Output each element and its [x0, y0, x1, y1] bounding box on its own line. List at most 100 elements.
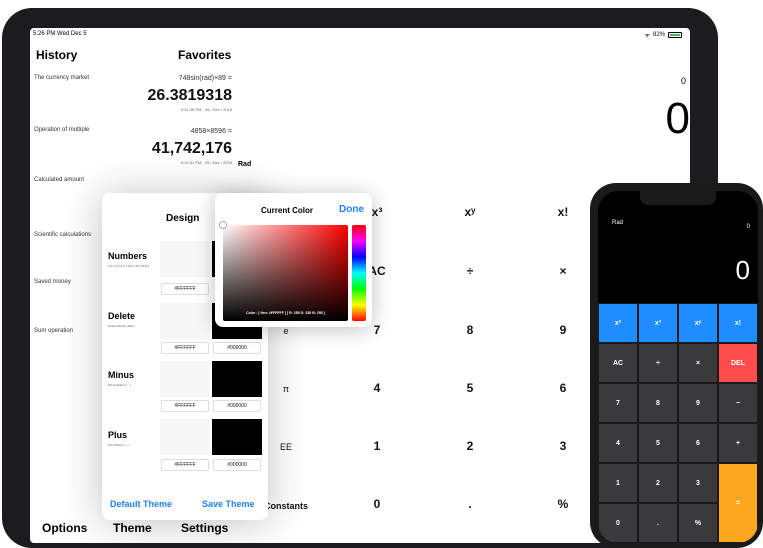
hex-field[interactable]: #FFFFFF — [161, 400, 209, 412]
iphone-key[interactable]: ÷ — [638, 343, 678, 383]
history-timestamp: 5:21:36 PM - 05 / Dec / 2018 — [180, 107, 232, 112]
color-handle[interactable] — [219, 221, 227, 229]
iphone-key[interactable]: 1 — [598, 463, 638, 503]
key-8[interactable]: 8 — [450, 323, 490, 337]
history-timestamp: 5:21:51 PM - 05 / Dec / 2018 — [180, 160, 232, 165]
iphone-key[interactable]: − — [718, 383, 758, 423]
default-theme-button[interactable]: Default Theme — [110, 499, 172, 509]
color-picker-popover: Current Color Done Color : [ Hex: #FFFFF… — [215, 193, 372, 327]
history-category[interactable]: The currency market — [34, 75, 94, 82]
row-label-minus: Minus — [108, 370, 134, 380]
key-4[interactable]: 4 — [357, 381, 397, 395]
color-caption: Color : [ Hex: #FFFFFF ] [ R: 255 G: 255… — [246, 311, 325, 315]
key-e[interactable]: e — [266, 326, 306, 336]
saturation-brightness-area[interactable] — [223, 225, 348, 321]
popover-title: Design — [166, 213, 200, 224]
swatch-text-color[interactable] — [160, 361, 210, 397]
display-main: 0 — [665, 94, 690, 143]
row-label-numbers: Numbers — [108, 251, 148, 261]
key-3[interactable]: 3 — [543, 439, 583, 453]
status-right: ᯤ 82% — [644, 31, 682, 39]
hex-field[interactable]: #000000 — [213, 342, 261, 354]
history-result[interactable]: 26.3819318 — [147, 87, 232, 105]
hex-field[interactable]: #FFFFFF — [161, 342, 209, 354]
row-sub: Minus Button ( - ) — [108, 383, 132, 387]
iphone-screen: Rad 0 0 x² x³ xʸ x! AC ÷ × DEL 7 8 9− 4 5 6 +1 2 3 = 0.% — [598, 191, 758, 543]
iphone-key[interactable]: × — [678, 343, 718, 383]
save-theme-button[interactable]: Save Theme — [202, 499, 255, 509]
key-multiply[interactable]: × — [543, 264, 583, 278]
history-category[interactable]: Sum operation — [34, 328, 94, 335]
iphone-key[interactable]: 8 — [638, 383, 678, 423]
history-category[interactable]: Saved money — [34, 279, 94, 286]
iphone-key[interactable]: = — [718, 463, 758, 543]
key-decimal[interactable]: . — [450, 497, 490, 511]
iphone-display-secondary: 0 — [746, 224, 750, 230]
battery-icon — [668, 32, 682, 38]
history-category[interactable]: Calculated amount — [34, 177, 94, 184]
key-0[interactable]: 0 — [357, 497, 397, 511]
iphone-key[interactable]: 5 — [638, 423, 678, 463]
iphone-key[interactable]: 9 — [678, 383, 718, 423]
wifi-icon: ᯤ — [644, 33, 650, 39]
iphone-angle-mode[interactable]: Rad — [612, 220, 623, 226]
hex-field[interactable]: #000000 — [213, 459, 261, 471]
key-1[interactable]: 1 — [357, 439, 397, 453]
favorites-title[interactable]: Favorites — [178, 48, 231, 62]
iphone-key[interactable]: 4 — [598, 423, 638, 463]
swatch-text-color[interactable] — [160, 419, 210, 455]
iphone-key[interactable]: % — [678, 503, 718, 543]
iphone-key[interactable]: . — [638, 503, 678, 543]
history-expression: 4858×8596 = — [190, 128, 232, 135]
hue-slider[interactable] — [352, 225, 366, 321]
notch — [640, 191, 716, 205]
iphone-key[interactable]: 2 — [638, 463, 678, 503]
key-percent[interactable]: % — [543, 497, 583, 511]
hex-field[interactable]: #000000 — [213, 400, 261, 412]
key-6[interactable]: 6 — [543, 381, 583, 395]
history-category[interactable]: Scientific calculations — [34, 232, 94, 239]
key-9[interactable]: 9 — [543, 323, 583, 337]
iphone-key[interactable]: 6 — [678, 423, 718, 463]
display-secondary: 0 — [680, 76, 686, 86]
iphone-key[interactable]: DEL — [718, 343, 758, 383]
key-power[interactable]: xʸ — [450, 205, 490, 219]
history-expression: 748sin(rad)×89 = — [178, 75, 232, 82]
key-factorial[interactable]: x! — [543, 205, 583, 219]
row-sub: 0,1,2,3,4,5,6,7,8,9,A,B,C,D,E,F — [108, 264, 150, 268]
iphone-key[interactable]: xʸ — [678, 303, 718, 343]
color-picker-title: Current Color — [261, 206, 313, 215]
key-pi[interactable]: π — [266, 384, 306, 394]
status-time: 5:26 PM Wed Dec 5 — [33, 31, 87, 37]
swatch-background-color[interactable] — [212, 361, 262, 397]
iphone-key[interactable]: 7 — [598, 383, 638, 423]
row-sub: Delete Button (DEL) — [108, 324, 135, 328]
iphone-key[interactable]: x! — [718, 303, 758, 343]
row-sub: Plus Button ( + ) — [108, 443, 130, 447]
swatch-text-color[interactable] — [160, 303, 210, 339]
done-button[interactable]: Done — [339, 204, 364, 215]
history-category[interactable]: Operation of multiple — [34, 127, 94, 134]
history-title: History — [36, 48, 78, 62]
battery-percent: 82% — [652, 32, 665, 38]
swatch-text-color[interactable] — [160, 241, 210, 277]
angle-mode[interactable]: Rad — [238, 161, 251, 168]
iphone-key[interactable]: 3 — [678, 463, 718, 503]
nav-settings[interactable]: Settings — [181, 521, 228, 535]
iphone-key[interactable]: x³ — [638, 303, 678, 343]
iphone-key[interactable]: AC — [598, 343, 638, 383]
key-divide[interactable]: ÷ — [450, 264, 490, 278]
key-ee[interactable]: EE — [266, 442, 306, 452]
nav-theme[interactable]: Theme — [113, 521, 152, 535]
swatch-background-color[interactable] — [212, 419, 262, 455]
history-result[interactable]: 41,742,176 — [152, 140, 232, 158]
key-2[interactable]: 2 — [450, 439, 490, 453]
iphone-key[interactable]: x² — [598, 303, 638, 343]
hex-field[interactable]: #FFFFFF — [161, 459, 209, 471]
iphone-device: Rad 0 0 x² x³ xʸ x! AC ÷ × DEL 7 8 9− 4 5 6 +1 2 3 = 0.% — [590, 183, 763, 548]
iphone-key[interactable]: + — [718, 423, 758, 463]
key-5[interactable]: 5 — [450, 381, 490, 395]
hex-field[interactable]: #FFFFFF — [161, 283, 209, 295]
nav-options[interactable]: Options — [42, 521, 87, 535]
iphone-key[interactable]: 0 — [598, 503, 638, 543]
